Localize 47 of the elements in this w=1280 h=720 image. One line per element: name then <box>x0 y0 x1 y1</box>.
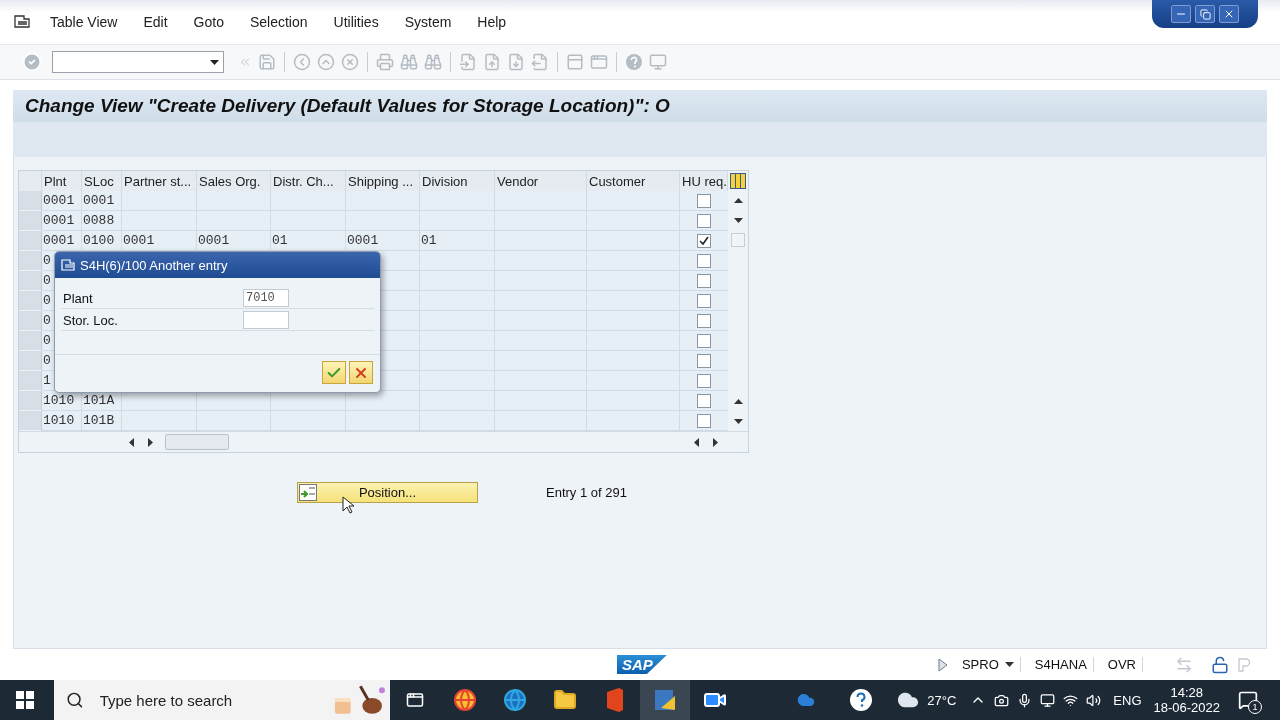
entry-count: Entry 1 of 291 <box>546 485 627 500</box>
position-button[interactable]: Position... <box>297 482 478 503</box>
column-header[interactable]: Partner st... <box>122 171 197 191</box>
insert-mode: OVR <box>1101 657 1143 672</box>
column-header[interactable]: HU req. <box>680 171 728 191</box>
table-cell: 0088 <box>82 211 122 231</box>
menu-item[interactable]: Edit <box>143 14 168 30</box>
table-cell: 0001 <box>82 191 122 211</box>
search-bar[interactable]: Type here to search <box>54 680 390 720</box>
menu-item[interactable]: System <box>404 14 452 30</box>
clock[interactable]: 14:28 18-06-2022 <box>1153 685 1220 715</box>
menu-item[interactable]: Table View <box>50 14 118 30</box>
column-header[interactable]: Distr. Ch... <box>271 171 346 191</box>
menu-item[interactable]: Selection <box>249 14 308 30</box>
menu-item[interactable]: Utilities <box>333 14 379 30</box>
column-header[interactable]: SLoc <box>82 171 122 191</box>
column-header[interactable]: Division <box>420 171 495 191</box>
table-cell: 0001 <box>346 231 420 251</box>
table-cell: 101A <box>82 391 122 411</box>
logo: SAP <box>617 655 667 674</box>
notification-badge: 1 <box>1248 700 1262 714</box>
column-header[interactable]: Plnt <box>42 171 82 191</box>
input-field[interactable]: 7010 <box>243 289 289 307</box>
table-cell: 0001 <box>197 231 271 251</box>
column-header[interactable]: Sales Org. <box>197 171 271 191</box>
temperature[interactable]: 27°C <box>927 692 957 708</box>
table-cell: 1010 <box>42 411 82 431</box>
table-cell: 0001 <box>42 191 82 211</box>
search-field[interactable]: Type here to search <box>97 690 318 710</box>
column-header[interactable]: Customer <box>587 171 680 191</box>
menu-item[interactable]: Goto <box>193 14 224 30</box>
table-cell: 0001 <box>42 231 82 251</box>
table-cell: 01 <box>420 231 495 251</box>
column-header[interactable]: Vendor <box>495 171 587 191</box>
table-cell: 01 <box>271 231 346 251</box>
table-cell: 0001 <box>122 231 197 251</box>
table-cell: 0100 <box>82 231 122 251</box>
transaction-code[interactable]: SPRO <box>955 657 1021 672</box>
table-cell: 0001 <box>42 211 82 231</box>
screen-title: Change View "Create Delivery (Default Values for Storage Location)": O <box>25 95 670 117</box>
column-header[interactable]: Shipping ... <box>346 171 420 191</box>
system-name: S4HANA <box>1028 657 1094 672</box>
table-cell: 101B <box>82 411 122 431</box>
table-cell: 1010 <box>42 391 82 411</box>
dialog-title: S4H(6)/100 Another entry <box>80 257 228 273</box>
menu-item[interactable]: Help <box>477 14 507 30</box>
language-indicator[interactable]: ENG <box>1113 692 1142 708</box>
